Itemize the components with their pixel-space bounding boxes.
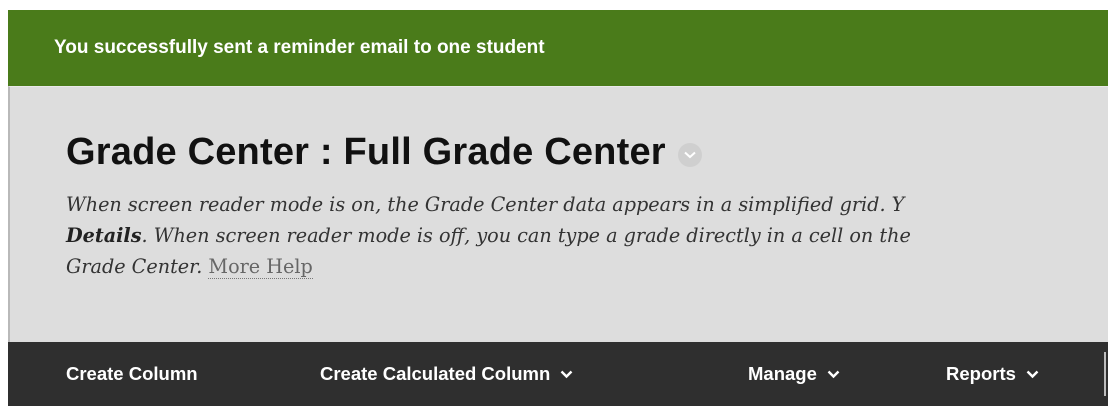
page-title: Grade Center : Full Grade Center [66,131,666,173]
chevron-down-icon [827,370,840,379]
create-column-button[interactable]: Create Column [66,342,198,406]
chevron-down-icon [1026,370,1039,379]
page-header: Grade Center : Full Grade Center When sc… [8,86,1108,342]
help-line-3: Grade Center. More Help [66,251,1108,282]
help-details-bold: Details [66,224,142,247]
toolbar-divider [1104,352,1106,396]
action-toolbar: Create Column Create Calculated Column M… [8,342,1108,406]
grade-center-frame: You successfully sent a reminder email t… [8,10,1108,406]
help-text: When screen reader mode is on, the Grade… [66,189,1108,282]
reports-menu[interactable]: Reports [946,342,1039,406]
success-banner: You successfully sent a reminder email t… [8,10,1108,86]
manage-label: Manage [748,363,817,384]
help-line-2-rest: . When screen reader mode is off, you ca… [141,224,911,247]
chevron-down-circle-icon [684,151,696,158]
create-column-label: Create Column [66,363,198,384]
create-calculated-column-label: Create Calculated Column [320,363,551,384]
title-menu-button[interactable] [677,142,702,167]
help-line-2: Details. When screen reader mode is off,… [66,220,1108,251]
title-row: Grade Center : Full Grade Center [66,131,702,174]
help-line-1: When screen reader mode is on, the Grade… [66,193,905,216]
chevron-down-icon [560,370,573,379]
success-message: You successfully sent a reminder email t… [54,37,545,58]
create-calculated-column-menu[interactable]: Create Calculated Column [320,342,573,406]
help-line-3-text: Grade Center. [66,255,203,278]
more-help-link[interactable]: More Help [208,255,313,279]
reports-label: Reports [946,363,1016,384]
manage-menu[interactable]: Manage [748,342,840,406]
